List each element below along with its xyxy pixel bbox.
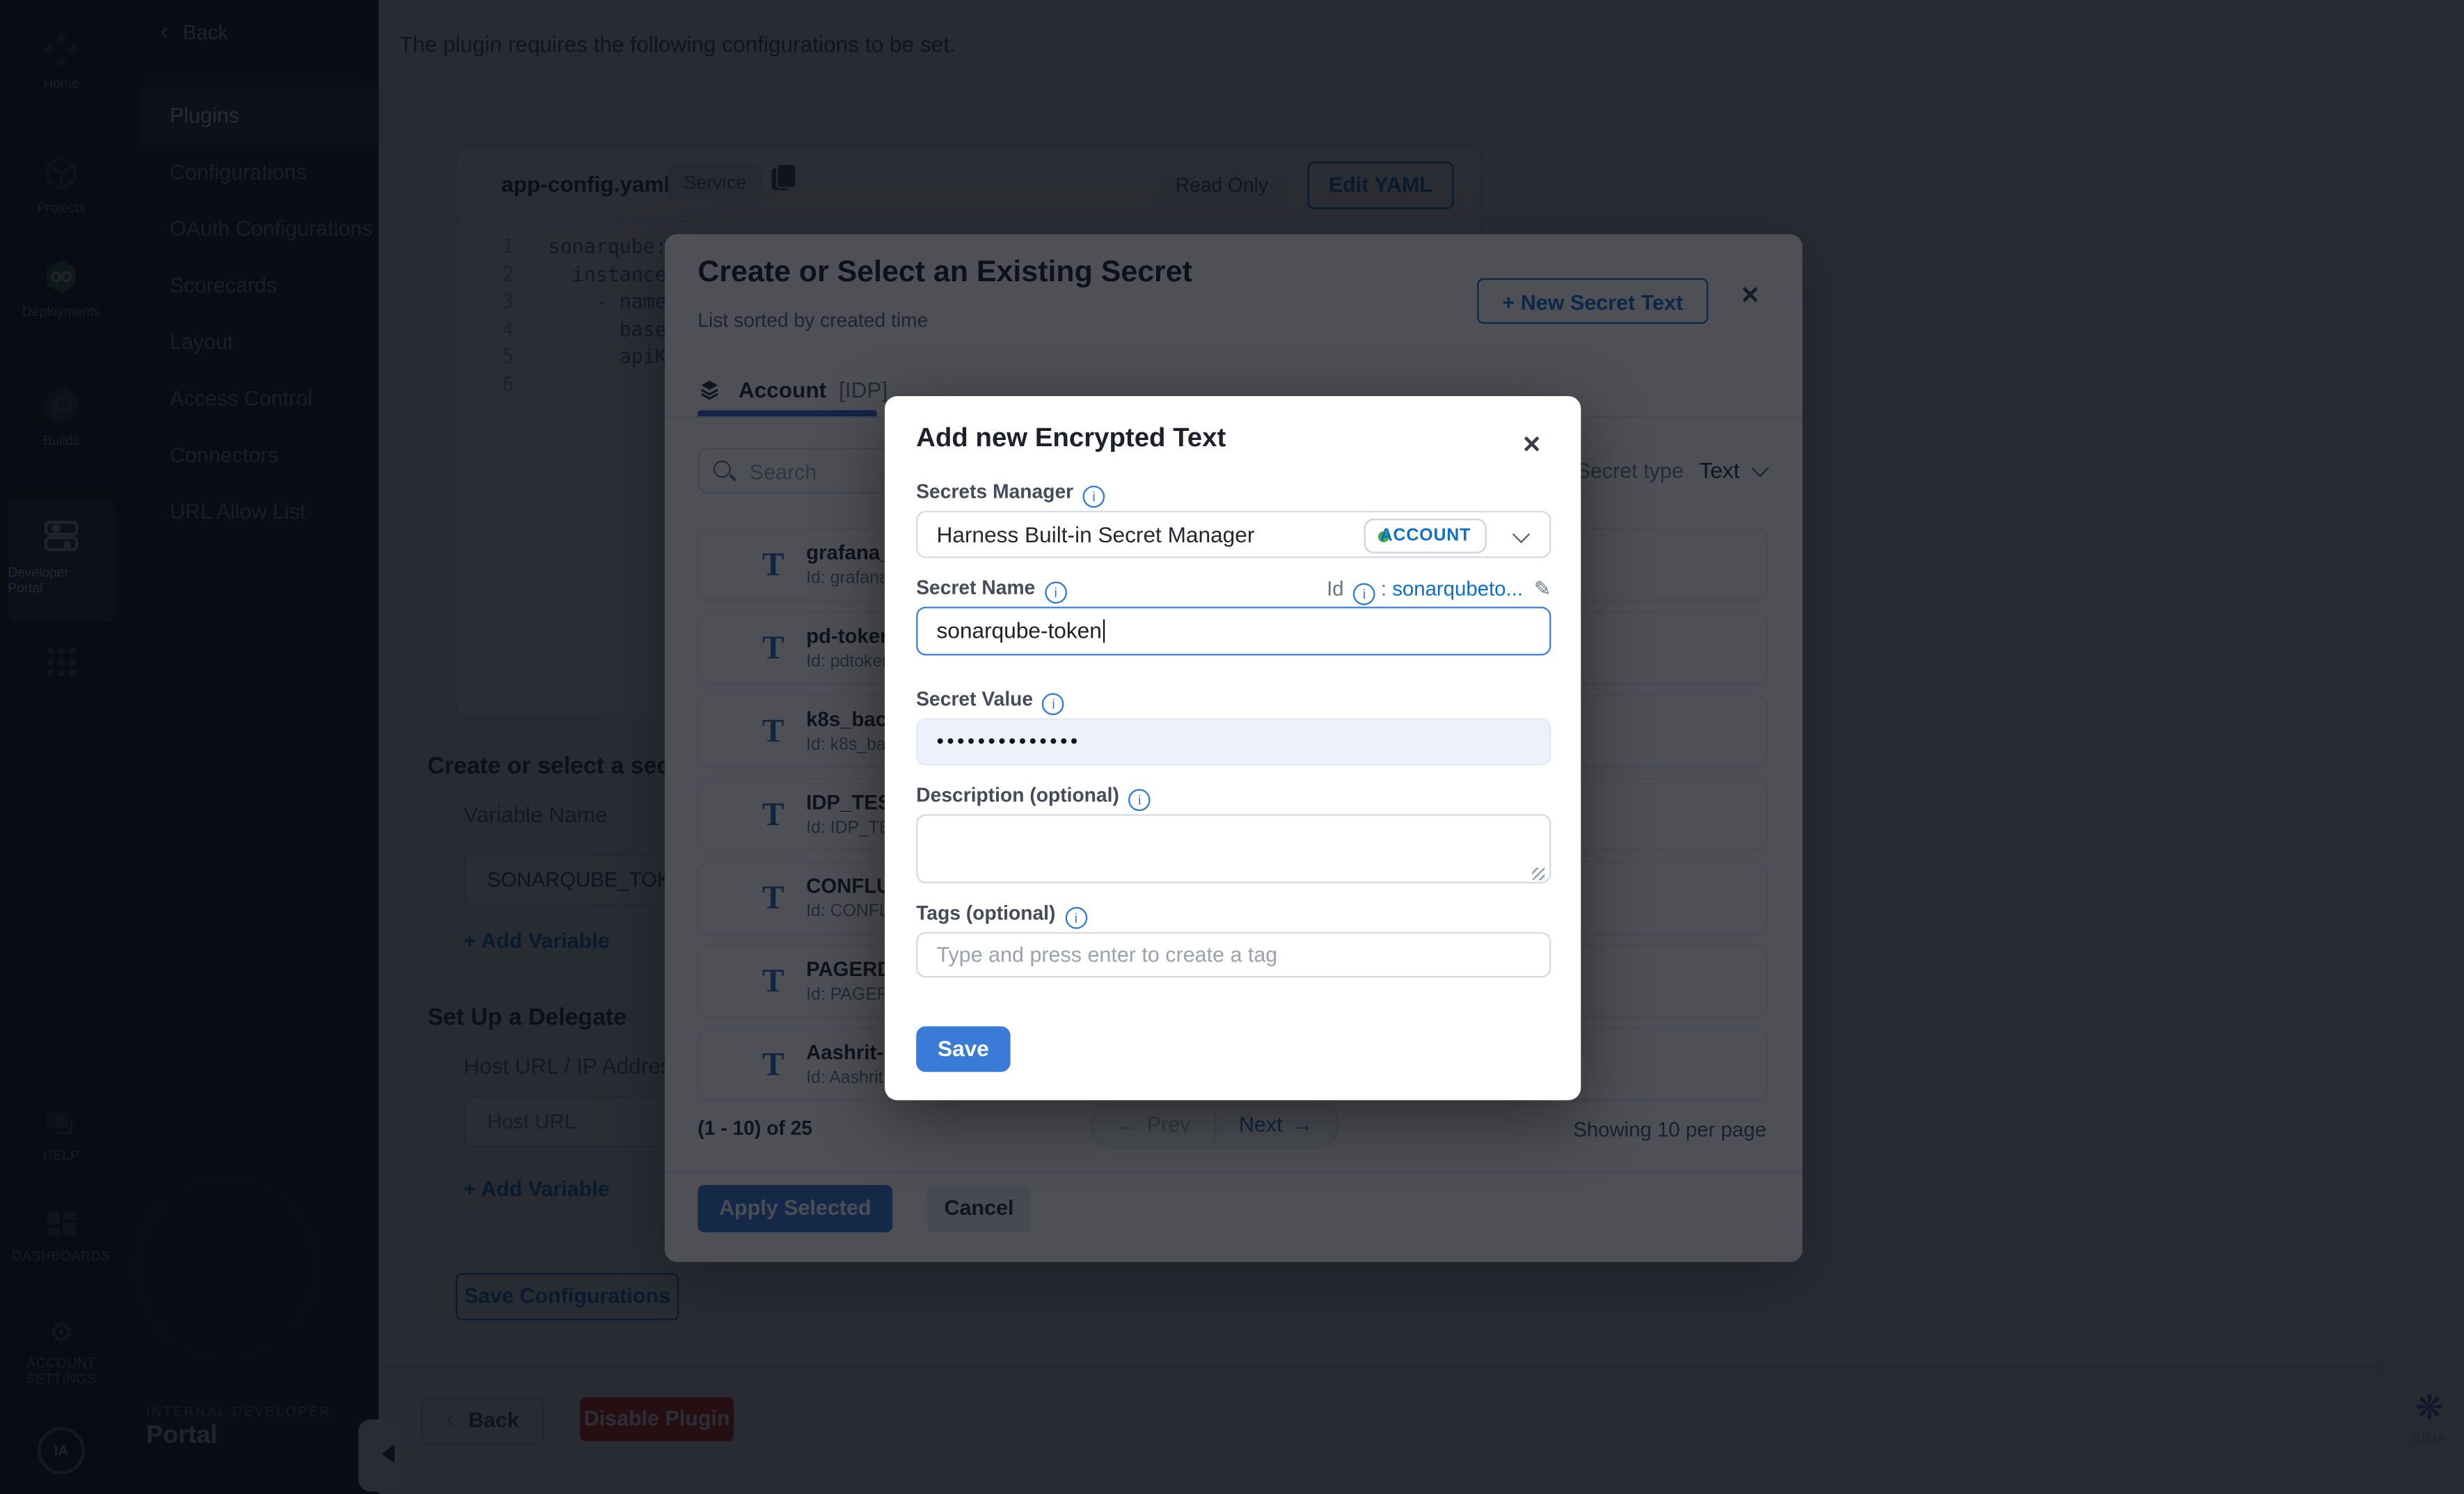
secret-value-input[interactable]: •••••••••••••• — [916, 718, 1551, 766]
secret-id-line: Id : sonarqubeto... — [1327, 577, 1551, 606]
id-label: Id — [1327, 577, 1343, 601]
secret-id-value[interactable]: sonarqubeto... — [1392, 577, 1523, 601]
secret-name-input[interactable]: sonarqube-token — [916, 606, 1551, 655]
secret-name-label: Secret Name — [916, 577, 1066, 604]
info-icon — [1065, 907, 1087, 929]
select-value: Harness Built-in Secret Manager — [937, 522, 1255, 547]
secret-name-value: sonarqube-token — [937, 618, 1102, 643]
tags-label: Tags (optional) — [916, 902, 1087, 929]
account-scope-badge: ACCOUNT — [1364, 519, 1487, 553]
info-icon — [1083, 486, 1105, 508]
edit-pencil-icon[interactable] — [1534, 577, 1551, 601]
close-icon[interactable] — [1522, 431, 1541, 459]
description-textarea[interactable] — [916, 814, 1551, 883]
description-label: Description (optional) — [916, 785, 1151, 811]
label-text: Tags (optional) — [916, 902, 1055, 925]
text-caret — [1103, 620, 1105, 643]
info-icon — [1045, 581, 1067, 604]
label-text: Secret Name — [916, 577, 1035, 599]
info-icon — [1128, 789, 1151, 811]
save-button[interactable]: Save — [916, 1026, 1010, 1071]
info-icon — [1353, 583, 1375, 606]
label-text: Secret Value — [916, 689, 1033, 711]
secret-value-label: Secret Value — [916, 689, 1064, 715]
secrets-manager-select[interactable]: Harness Built-in Secret Manager ACCOUNT — [916, 511, 1551, 558]
modal-title: Add new Encrypted Text — [916, 423, 1226, 454]
app-root: Home Projects Deployments Builds — [0, 0, 2464, 1494]
tags-input[interactable] — [916, 932, 1551, 977]
label-text: Secrets Manager — [916, 481, 1073, 503]
label-text: Description (optional) — [916, 785, 1119, 807]
id-separator: : — [1375, 577, 1392, 601]
chevron-down-icon — [1513, 526, 1531, 544]
info-icon — [1043, 693, 1065, 716]
secrets-manager-label: Secrets Manager — [916, 481, 1105, 508]
add-encrypted-text-modal: Add new Encrypted Text Secrets Manager H… — [885, 396, 1581, 1100]
